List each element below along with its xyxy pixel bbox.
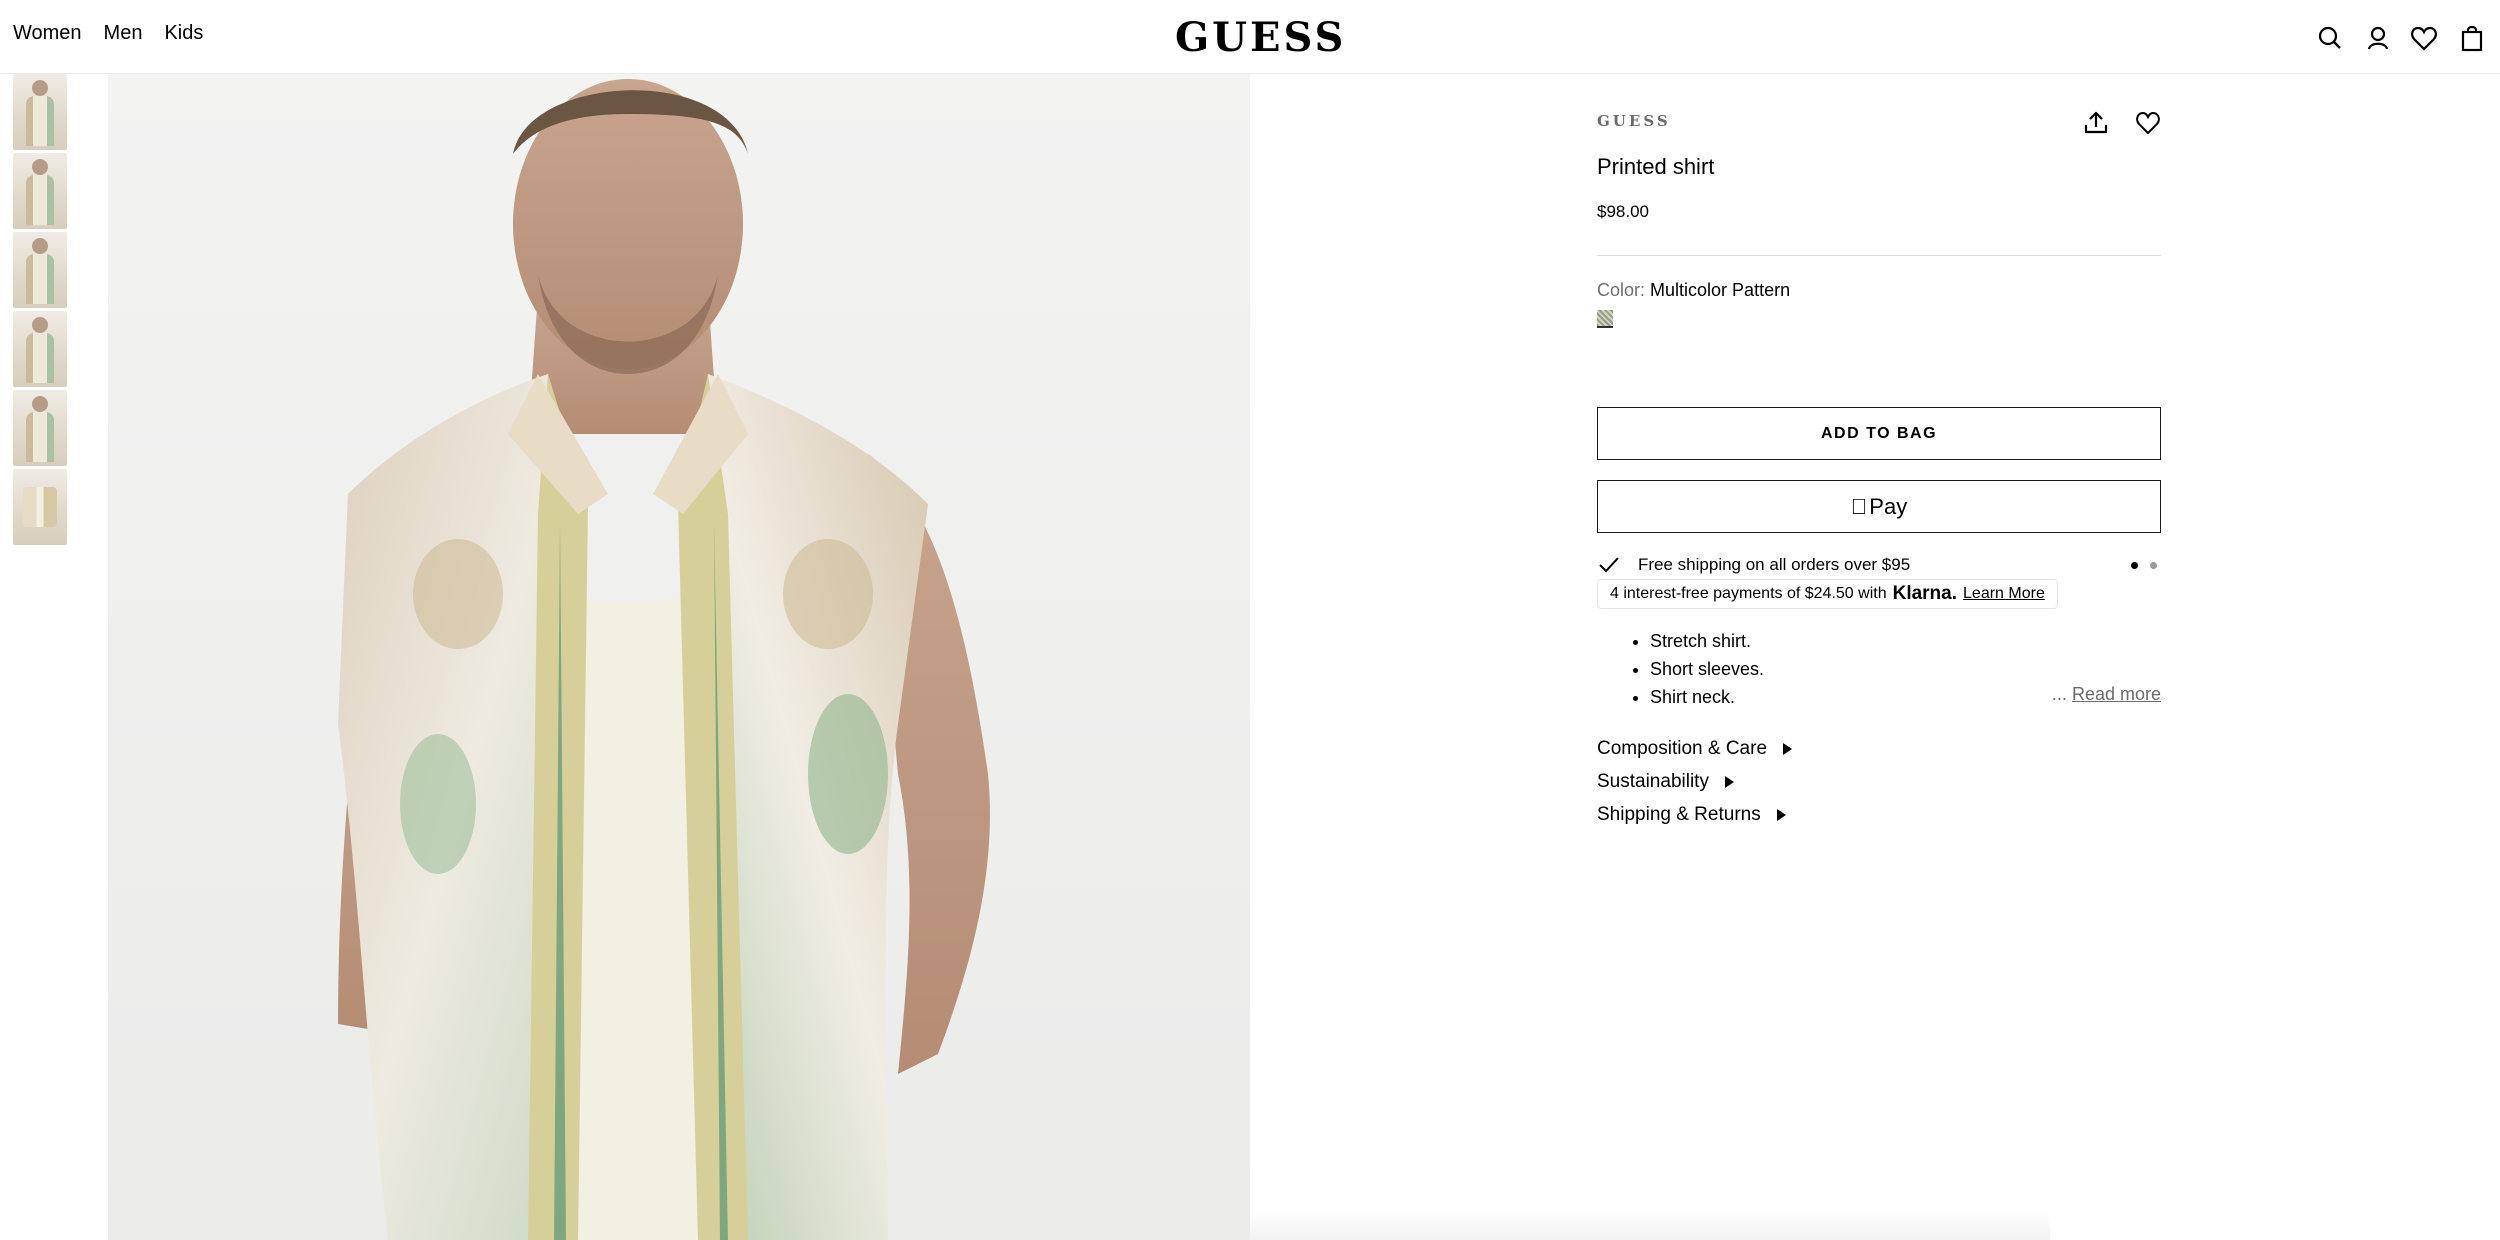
search-icon[interactable]	[2314, 22, 2346, 54]
product-price: $98.00	[1597, 202, 1649, 221]
main-product-image[interactable]	[108, 74, 1250, 1240]
product-thumbnail[interactable]	[13, 469, 67, 545]
nav-men[interactable]: Men	[104, 22, 143, 45]
caret-right-icon	[1724, 776, 1734, 788]
check-icon	[1599, 557, 1619, 573]
product-thumbnail[interactable]	[13, 232, 67, 308]
product-name: Printed shirt	[1597, 154, 1715, 179]
read-more: ... Read more	[2052, 684, 2161, 705]
banner-pagination	[2131, 562, 2157, 569]
klarna-message: 4 interest-free payments of $24.50 with …	[1597, 579, 2058, 609]
read-more-link[interactable]: Read more	[2072, 684, 2161, 704]
product-thumbnail[interactable]	[13, 311, 67, 387]
read-more-ellipsis: ...	[2051, 684, 2067, 704]
accordion-shipping-returns[interactable]: Shipping & Returns	[1597, 804, 1786, 826]
accordion-label: Shipping & Returns	[1597, 804, 1761, 825]
product-thumbnail[interactable]	[13, 390, 67, 466]
klarna-learn-more-link[interactable]: Learn More	[1963, 585, 2045, 603]
add-to-bag-button[interactable]: ADD TO BAG	[1597, 407, 2161, 460]
apple-icon: 	[1851, 494, 1868, 520]
site-header: Women Men Kids GUESS	[0, 0, 2500, 74]
description-item: Shirt neck.	[1650, 683, 1764, 711]
klarna-logo: Klarna.	[1892, 583, 1958, 604]
main-nav: Women Men Kids	[13, 22, 203, 45]
color-value: Multicolor Pattern	[1650, 280, 1791, 300]
color-swatch[interactable]	[1597, 310, 1613, 328]
nav-women[interactable]: Women	[13, 22, 82, 45]
product-thumbnail[interactable]	[13, 153, 67, 229]
nav-kids[interactable]: Kids	[164, 22, 203, 45]
caret-right-icon	[1783, 743, 1793, 755]
accordion-sustainability[interactable]: Sustainability	[1597, 771, 1734, 793]
description-item: Stretch shirt.	[1650, 627, 1764, 655]
accordion-composition-care[interactable]: Composition & Care	[1597, 738, 1793, 760]
model-illustration	[338, 79, 990, 1240]
caret-right-icon	[1776, 809, 1786, 821]
color-label: Color:	[1597, 280, 1646, 300]
wishlist-icon[interactable]	[2408, 22, 2440, 54]
accordion-label: Composition & Care	[1597, 738, 1768, 759]
wishlist-heart-icon[interactable]	[2133, 108, 2163, 138]
thumbnail-list	[13, 74, 67, 548]
color-selection: Color: Multicolor Pattern	[1597, 280, 1790, 301]
product-brand: GUESS	[1597, 112, 1671, 130]
klarna-text: 4 interest-free payments of $24.50 with	[1610, 585, 1887, 602]
guess-logo[interactable]: GUESS	[1175, 14, 1346, 61]
product-description: Stretch shirt. Short sleeves. Shirt neck…	[1630, 627, 1764, 711]
product-thumbnail[interactable]	[13, 74, 67, 150]
apple-pay-label: Pay	[1861, 493, 1907, 519]
apple-pay-button[interactable]:  Pay	[1597, 480, 2161, 533]
header-icons	[2300, 22, 2500, 56]
bag-icon[interactable]	[2456, 22, 2488, 54]
share-icon[interactable]	[2081, 108, 2111, 138]
shipping-text: Free shipping on all orders over $95	[1638, 555, 1911, 574]
description-item: Short sleeves.	[1650, 655, 1764, 683]
account-icon[interactable]	[2362, 22, 2394, 54]
bottom-shadow	[1250, 1210, 2050, 1240]
pagination-dot[interactable]	[2131, 562, 2138, 569]
divider	[1597, 255, 2161, 256]
shipping-banner: Free shipping on all orders over $95	[1597, 552, 2161, 578]
accordion-label: Sustainability	[1597, 771, 1709, 792]
pagination-dot[interactable]	[2150, 562, 2157, 569]
